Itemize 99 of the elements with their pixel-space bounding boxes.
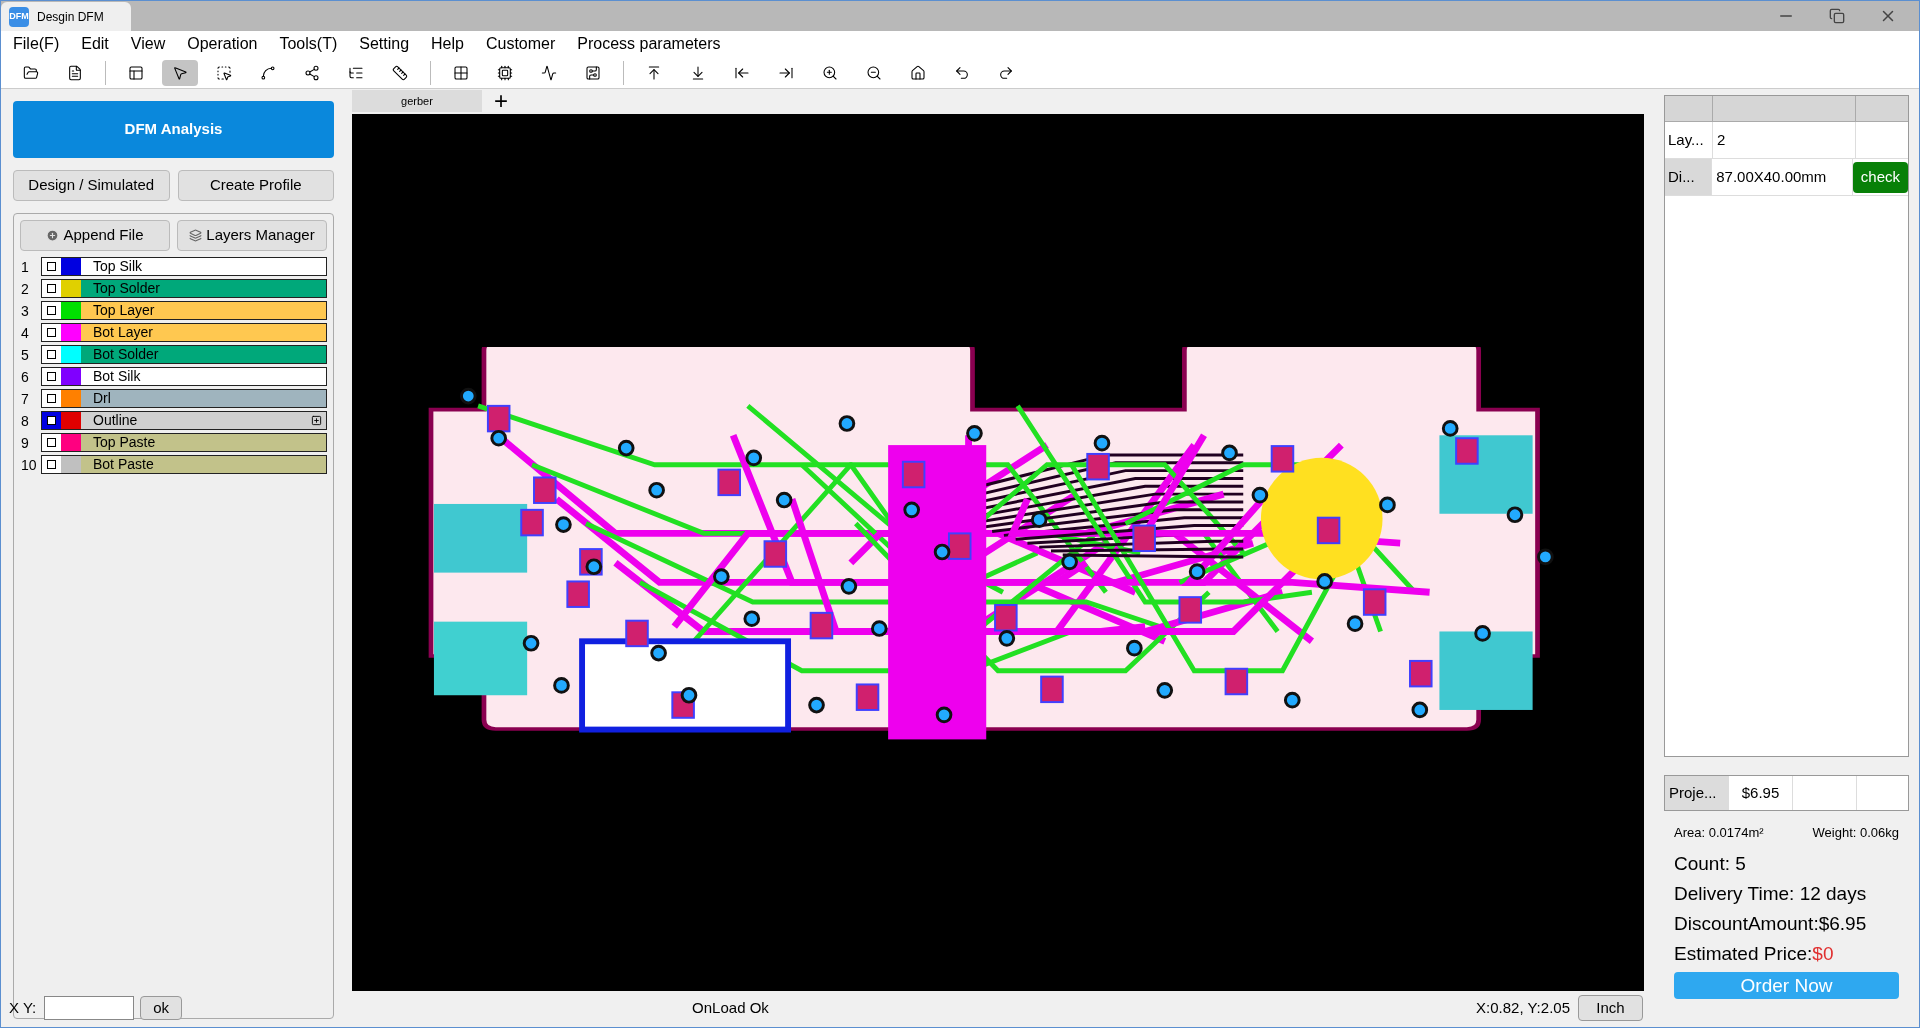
layer-select-marker[interactable] (42, 302, 61, 319)
menu-item[interactable]: File(F) (13, 32, 60, 56)
layers-manager-button[interactable]: Layers Manager (177, 220, 327, 251)
layer-select-marker[interactable] (42, 346, 61, 363)
layer-row[interactable]: Drl (41, 389, 327, 408)
layer-row[interactable]: Top Solder (41, 279, 327, 298)
dfm-analysis-button[interactable]: DFM Analysis (13, 101, 334, 158)
restore-icon[interactable] (1829, 8, 1845, 24)
toolbar-button[interactable] (162, 59, 198, 86)
menu-item[interactable]: View (130, 32, 166, 56)
status-message: OnLoad Ok (692, 997, 769, 1018)
layer-select-marker[interactable] (42, 412, 61, 429)
window-tab[interactable]: DFM Desgin DFM (1, 2, 131, 31)
align-top-icon (646, 64, 662, 81)
home-icon (910, 64, 926, 81)
discount-text: DiscountAmount:$6.95 (1674, 911, 1868, 936)
layer-row[interactable]: Top Layer (41, 301, 327, 320)
window-title: Desgin DFM (37, 8, 104, 26)
zoom-out-icon (866, 64, 882, 81)
menu-item[interactable]: Tools(T) (279, 32, 338, 56)
layer-number: 3 (21, 303, 30, 318)
xy-input-field[interactable] (44, 996, 135, 1020)
folder-icon (23, 64, 39, 81)
layer-label: Outline (93, 412, 138, 429)
layer-select-marker[interactable] (42, 456, 61, 473)
layer-number: 2 (21, 281, 30, 296)
layout-icon (128, 64, 144, 81)
project-label: Proje... (1665, 776, 1729, 810)
panel-button[interactable]: Design / Simulated (13, 170, 170, 201)
menu-item[interactable]: Setting (359, 32, 410, 56)
layer-select-marker[interactable] (42, 390, 61, 407)
layer-row[interactable]: Top Silk (41, 257, 327, 276)
expand-icon[interactable] (311, 415, 322, 426)
layer-number: 10 (21, 457, 38, 472)
layer-number: 8 (21, 413, 30, 428)
layer-label: Bot Layer (93, 324, 153, 341)
menu-item[interactable]: Help (431, 32, 464, 56)
nodes-icon (304, 64, 320, 81)
unit-button[interactable]: Inch (1578, 995, 1643, 1021)
chip-icon (497, 64, 513, 81)
table-cell: Di... (1665, 159, 1713, 195)
layer-select-marker[interactable] (42, 280, 61, 297)
cursor-coordinates: X:0.82, Y:2.05 (1476, 997, 1570, 1018)
menu-item[interactable]: Edit (81, 32, 109, 56)
layer-label: Top Solder (93, 280, 160, 297)
panel-button[interactable]: Create Profile (177, 170, 334, 201)
ruler-icon (392, 64, 408, 81)
layer-select-marker[interactable] (42, 368, 61, 385)
align-bottom-icon (690, 64, 706, 81)
grid-icon (453, 64, 469, 81)
menu-item[interactable]: Process parameters (577, 32, 721, 56)
pointer-icon (172, 64, 188, 81)
zoom-in-icon (822, 64, 838, 81)
layer-number: 6 (21, 369, 30, 384)
layer-label: Drl (93, 390, 111, 407)
layer-number: 4 (21, 325, 30, 340)
layer-row[interactable]: Bot Layer (41, 323, 327, 342)
area-text: Area: 0.0174m² (1674, 824, 1764, 842)
canvas-tab[interactable]: gerber (352, 90, 482, 112)
redo-icon (998, 64, 1014, 81)
layers-icon (189, 229, 203, 242)
app-logo: DFM (9, 6, 29, 27)
count-text: Count: 5 (1674, 851, 1747, 876)
layer-number: 9 (21, 435, 30, 450)
layer-label: Bot Paste (93, 456, 154, 473)
layer-row[interactable]: Bot Silk (41, 367, 327, 386)
append-file-button[interactable]: Append File (20, 220, 170, 251)
delivery-time-text: Delivery Time: 12 days (1674, 881, 1868, 906)
ok-button[interactable]: ok (140, 996, 183, 1020)
table-cell: 2 (1713, 122, 1856, 158)
plus-icon (46, 229, 60, 242)
layer-select-marker[interactable] (42, 324, 61, 341)
layer-label: Bot Silk (93, 368, 141, 385)
layer-number: 5 (21, 347, 30, 362)
layer-row[interactable]: Bot Paste (41, 455, 327, 474)
layer-row[interactable]: Top Paste (41, 433, 327, 452)
layer-number: 7 (21, 391, 30, 406)
layer-label: Top Paste (93, 434, 156, 451)
layer-row[interactable]: Bot Solder (41, 345, 327, 364)
add-tab-button[interactable]: + (490, 90, 512, 112)
layer-row[interactable]: Outline (41, 411, 327, 430)
layer-number: 1 (21, 259, 30, 274)
menu-item[interactable]: Operation (187, 32, 258, 56)
weight-text: Weight: 0.06kg (1812, 824, 1899, 842)
layer-label: Bot Solder (93, 346, 159, 363)
xy-label: X Y: (9, 997, 37, 1018)
estimated-price-value: $0 (1812, 941, 1834, 966)
route-icon (260, 64, 276, 81)
layer-select-marker[interactable] (42, 258, 61, 275)
layer-select-marker[interactable] (42, 434, 61, 451)
layer-label: Top Layer (93, 302, 155, 319)
table-cell: 87.00X40.00mm (1712, 159, 1853, 195)
layer-label: Top Silk (93, 258, 143, 275)
project-price: $6.95 (1729, 776, 1793, 810)
check-button[interactable]: check (1852, 161, 1908, 193)
menu-item[interactable]: Customer (485, 32, 556, 56)
select-box-icon (216, 64, 232, 81)
estimated-price-label: Estimated Price: (1674, 941, 1813, 966)
undo-icon (954, 64, 970, 81)
